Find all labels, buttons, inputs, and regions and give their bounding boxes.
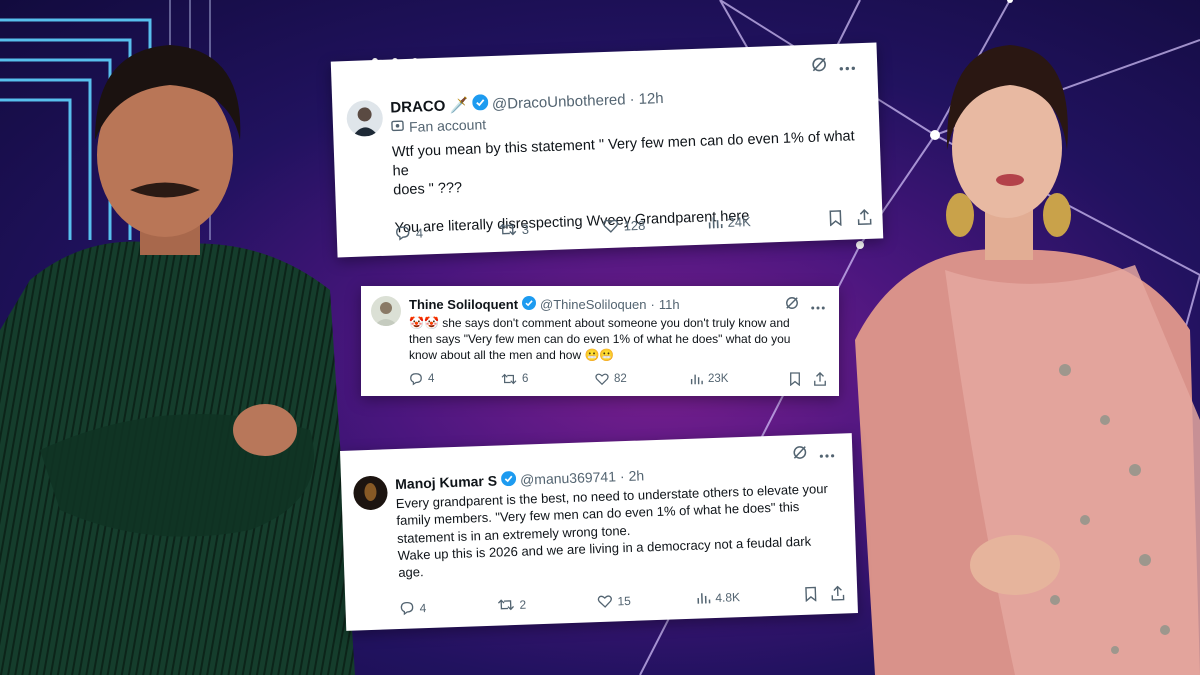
reply-icon [410,373,422,386]
reply-button[interactable]: 4 [409,372,501,386]
share-icon[interactable] [813,372,827,386]
repost-icon [501,373,517,385]
avatar[interactable] [371,296,401,326]
fan-account-icon [391,119,405,135]
like-button[interactable]: 128 [602,215,706,235]
reply-button[interactable]: 4 [399,598,497,616]
views-chart-icon [697,593,711,604]
repost-button[interactable]: 3 [498,218,602,238]
tweet-text-line: 🤡🤡 she says don't comment about someone … [409,316,790,330]
avatar[interactable] [352,475,389,511]
tweet-time[interactable]: 2h [628,467,644,484]
share-icon[interactable] [856,208,873,226]
repost-count: 6 [522,373,529,385]
bookmark-icon[interactable] [804,586,818,602]
verified-badge-icon [500,471,517,490]
tweet-text: Every grandparent is the best, no need t… [396,479,851,581]
reply-button[interactable]: 4 [395,222,499,242]
fan-account-label: Fan account [408,116,487,135]
like-button[interactable]: 15 [597,591,695,609]
views-count: 24K [727,213,751,230]
heart-icon [602,219,619,233]
like-count: 15 [617,593,632,608]
man-in-green-kurta-photo [0,45,355,675]
more-options-icon[interactable] [839,57,856,76]
reply-count: 4 [415,224,424,241]
author-handle[interactable]: @DracoUnbothered [492,91,626,113]
heart-icon [595,373,609,386]
tweet-card: DRACO 🗡️ @DracoUnbothered · 12h Fan acco… [330,42,884,258]
repost-count: 3 [521,221,530,237]
author-name[interactable]: Thine Soliloquent [409,297,518,312]
author-handle[interactable]: @ThineSoliloquen [540,297,646,312]
reply-count: 4 [428,373,435,385]
tweet-time[interactable]: 12h [638,89,664,107]
views-chart-icon [708,217,723,229]
sword-emoji: 🗡️ [449,96,469,115]
share-icon[interactable] [830,585,846,601]
tweet-card: Manoj Kumar S @manu369741 · 2h Every gra… [340,433,858,631]
views-count: 4.8K [715,589,741,605]
reply-count: 4 [419,600,427,615]
views-count: 23K [708,373,729,385]
repost-button[interactable]: 6 [501,372,595,386]
views-button[interactable]: 23K [689,372,785,386]
separator-dot: · [650,297,655,312]
repost-button[interactable]: 2 [497,594,597,612]
tweet-text: 🤡🤡 she says don't comment about someone … [409,315,834,364]
views-button[interactable]: 24K [706,211,814,231]
like-count: 82 [614,373,627,385]
reply-icon [400,601,414,616]
more-options-icon[interactable] [811,297,825,315]
verified-badge-icon [522,296,537,313]
tweet-text-line: then says "Very few men can do even 1% o… [409,332,791,347]
repost-icon [497,599,515,611]
tweet-time[interactable]: 11h [659,297,680,312]
tweet-card: Thine Soliloquent @ThineSoliloquen · 11h… [361,286,839,396]
woman-in-pink-saree-photo [855,45,1200,675]
author-handle[interactable]: @manu369741 [520,468,616,487]
bookmark-icon[interactable] [828,210,843,227]
repost-icon [499,223,517,236]
bookmark-icon[interactable] [789,372,801,386]
views-chart-icon [690,374,703,385]
grok-icon[interactable] [792,445,808,466]
repost-count: 2 [519,597,527,612]
separator-dot: · [619,468,625,485]
verified-badge-icon [471,94,489,115]
like-count: 128 [623,217,646,233]
like-button[interactable]: 82 [595,372,689,386]
separator-dot: · [629,90,635,108]
heart-icon [597,595,612,608]
reply-icon [396,226,410,241]
grok-icon[interactable] [785,296,799,315]
author-name[interactable]: Manoj Kumar S [395,473,497,493]
author-name[interactable]: DRACO [390,97,446,116]
tweet-text-line: know about all the men and how 😬😬 [409,348,615,363]
views-button[interactable]: 4.8K [695,587,795,605]
avatar[interactable] [346,99,384,138]
more-options-icon[interactable] [819,445,835,464]
grok-icon[interactable] [811,56,828,78]
